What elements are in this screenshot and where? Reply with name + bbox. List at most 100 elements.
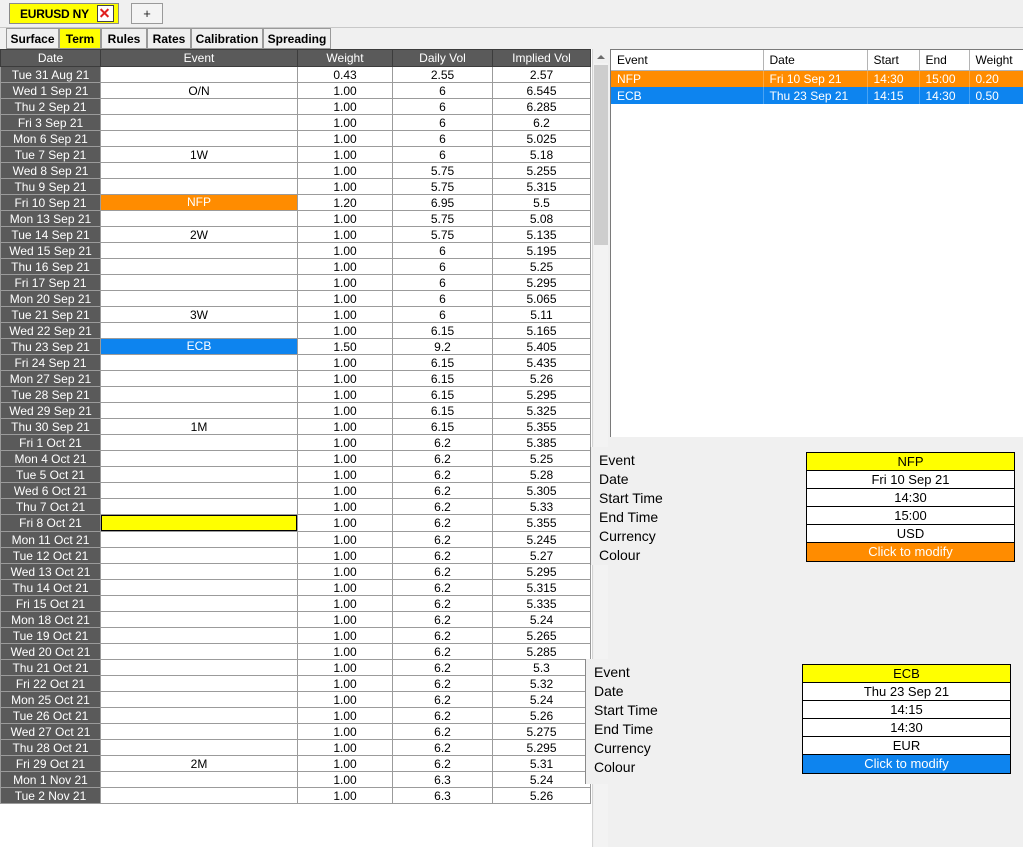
event-currency-field-ecb[interactable]: EUR: [803, 737, 1010, 755]
term-cell-event[interactable]: [100, 386, 298, 403]
term-cell-daily-vol[interactable]: 5.75: [392, 210, 493, 227]
term-cell-date[interactable]: Wed 29 Sep 21: [0, 402, 101, 419]
term-cell-weight[interactable]: 1.00: [297, 611, 393, 628]
term-cell-event[interactable]: [100, 707, 298, 724]
term-cell-daily-vol[interactable]: 6.2: [392, 466, 493, 483]
term-grid-row[interactable]: Fri 15 Oct 21 1.00 6.2 5.335: [0, 595, 591, 612]
term-grid-row[interactable]: Fri 24 Sep 21 1.00 6.15 5.435: [0, 354, 591, 371]
term-cell-date[interactable]: Mon 18 Oct 21: [0, 611, 101, 628]
term-cell-daily-vol[interactable]: 6.15: [392, 370, 493, 387]
term-cell-implied-vol[interactable]: 5.24: [492, 771, 591, 788]
term-cell-implied-vol[interactable]: 5.295: [492, 563, 591, 580]
term-cell-date[interactable]: Thu 7 Oct 21: [0, 498, 101, 515]
event-cell-start[interactable]: 14:15: [867, 87, 920, 104]
term-cell-date[interactable]: Wed 27 Oct 21: [0, 723, 101, 740]
event-cell-weight[interactable]: 0.20: [969, 70, 1023, 87]
term-grid-row[interactable]: Wed 15 Sep 21 1.00 6 5.195: [0, 242, 591, 259]
term-cell-weight[interactable]: 1.00: [297, 354, 393, 371]
term-cell-date[interactable]: Thu 23 Sep 21: [0, 338, 101, 355]
term-cell-event[interactable]: [100, 402, 298, 419]
term-grid-row[interactable]: Tue 2 Nov 21 1.00 6.3 5.26: [0, 787, 591, 804]
term-cell-date[interactable]: Wed 15 Sep 21: [0, 242, 101, 259]
term-cell-event[interactable]: [100, 274, 298, 291]
term-cell-daily-vol[interactable]: 2.55: [392, 66, 493, 83]
term-cell-date[interactable]: Mon 1 Nov 21: [0, 771, 101, 788]
term-cell-event[interactable]: [100, 659, 298, 676]
term-cell-implied-vol[interactable]: 5.255: [492, 162, 591, 179]
term-grid-row[interactable]: Thu 28 Oct 21 1.00 6.2 5.295: [0, 739, 591, 756]
term-cell-event[interactable]: [100, 322, 298, 339]
term-cell-weight[interactable]: 1.00: [297, 755, 393, 772]
term-cell-daily-vol[interactable]: 6.2: [392, 434, 493, 451]
term-cell-date[interactable]: Mon 11 Oct 21: [0, 531, 101, 548]
term-cell-date[interactable]: Fri 29 Oct 21: [0, 755, 101, 772]
term-cell-date[interactable]: Fri 22 Oct 21: [0, 675, 101, 692]
term-cell-daily-vol[interactable]: 6.2: [392, 482, 493, 499]
term-cell-event[interactable]: [100, 595, 298, 612]
term-cell-event[interactable]: [100, 563, 298, 580]
term-cell-implied-vol[interactable]: 5.3: [492, 659, 591, 676]
term-cell-date[interactable]: Tue 26 Oct 21: [0, 707, 101, 724]
term-cell-event[interactable]: [100, 482, 298, 499]
term-cell-weight[interactable]: 1.00: [297, 386, 393, 403]
term-cell-weight[interactable]: 1.00: [297, 162, 393, 179]
term-cell-date[interactable]: Fri 10 Sep 21: [0, 194, 101, 211]
term-cell-implied-vol[interactable]: 5.195: [492, 242, 591, 259]
term-cell-implied-vol[interactable]: 5.405: [492, 338, 591, 355]
term-cell-implied-vol[interactable]: 5.315: [492, 178, 591, 195]
term-cell-date[interactable]: Fri 15 Oct 21: [0, 595, 101, 612]
term-cell-daily-vol[interactable]: 6.2: [392, 723, 493, 740]
term-cell-event[interactable]: [100, 66, 298, 83]
term-grid-row[interactable]: Wed 1 Sep 21 O/N 1.00 6 6.545: [0, 82, 591, 99]
term-cell-date[interactable]: Wed 13 Oct 21: [0, 563, 101, 580]
term-cell-daily-vol[interactable]: 5.75: [392, 226, 493, 243]
tab-spreading[interactable]: Spreading: [263, 28, 331, 49]
term-cell-implied-vol[interactable]: 5.065: [492, 290, 591, 307]
event-cell-end[interactable]: 14:30: [919, 87, 970, 104]
event-currency-field-nfp[interactable]: USD: [807, 525, 1014, 543]
term-grid-row[interactable]: Wed 6 Oct 21 1.00 6.2 5.305: [0, 482, 591, 499]
term-cell-implied-vol[interactable]: 5.245: [492, 531, 591, 548]
term-col-header-date[interactable]: Date: [0, 49, 101, 67]
term-cell-event[interactable]: ECB: [100, 338, 298, 355]
term-cell-implied-vol[interactable]: 5.24: [492, 691, 591, 708]
term-cell-weight[interactable]: 1.00: [297, 739, 393, 756]
term-cell-daily-vol[interactable]: 6.2: [392, 498, 493, 515]
term-cell-daily-vol[interactable]: 6.2: [392, 531, 493, 548]
term-cell-date[interactable]: Thu 30 Sep 21: [0, 418, 101, 435]
term-cell-event[interactable]: [100, 450, 298, 467]
term-cell-implied-vol[interactable]: 5.11: [492, 306, 591, 323]
term-cell-weight[interactable]: 1.00: [297, 579, 393, 596]
term-cell-event[interactable]: [100, 210, 298, 227]
event-date-field-nfp[interactable]: Fri 10 Sep 21: [807, 471, 1014, 489]
term-cell-implied-vol[interactable]: 5.32: [492, 675, 591, 692]
tab-term[interactable]: Term: [59, 28, 101, 49]
event-chip-orange[interactable]: NFP: [101, 195, 297, 210]
term-grid-row[interactable]: Mon 1 Nov 21 1.00 6.3 5.24: [0, 771, 591, 788]
term-cell-event[interactable]: 1M: [100, 418, 298, 435]
event-cell-event[interactable]: NFP: [611, 70, 764, 87]
term-cell-implied-vol[interactable]: 5.18: [492, 146, 591, 163]
add-tab-button[interactable]: +: [131, 3, 163, 24]
term-cell-daily-vol[interactable]: 6.2: [392, 739, 493, 756]
term-cell-implied-vol[interactable]: 6.545: [492, 82, 591, 99]
term-cell-event[interactable]: [100, 130, 298, 147]
term-cell-daily-vol[interactable]: 6.2: [392, 659, 493, 676]
term-cell-daily-vol[interactable]: 6: [392, 146, 493, 163]
term-cell-event[interactable]: [100, 643, 298, 660]
term-cell-daily-vol[interactable]: 6.15: [392, 386, 493, 403]
term-cell-date[interactable]: Thu 28 Oct 21: [0, 739, 101, 756]
term-cell-implied-vol[interactable]: 6.2: [492, 114, 591, 131]
term-cell-date[interactable]: Fri 17 Sep 21: [0, 274, 101, 291]
event-cell-event[interactable]: ECB: [611, 87, 764, 104]
term-cell-daily-vol[interactable]: 6.15: [392, 354, 493, 371]
term-cell-weight[interactable]: 1.00: [297, 514, 393, 532]
term-grid-row[interactable]: Wed 29 Sep 21 1.00 6.15 5.325: [0, 402, 591, 419]
term-cell-event[interactable]: [100, 498, 298, 515]
term-cell-date[interactable]: Mon 25 Oct 21: [0, 691, 101, 708]
window-tab-eurusd-ny[interactable]: EURUSD NY: [9, 3, 119, 24]
term-cell-implied-vol[interactable]: 5.295: [492, 386, 591, 403]
term-cell-date[interactable]: Mon 4 Oct 21: [0, 450, 101, 467]
term-cell-weight[interactable]: 1.00: [297, 723, 393, 740]
term-cell-weight[interactable]: 1.00: [297, 114, 393, 131]
